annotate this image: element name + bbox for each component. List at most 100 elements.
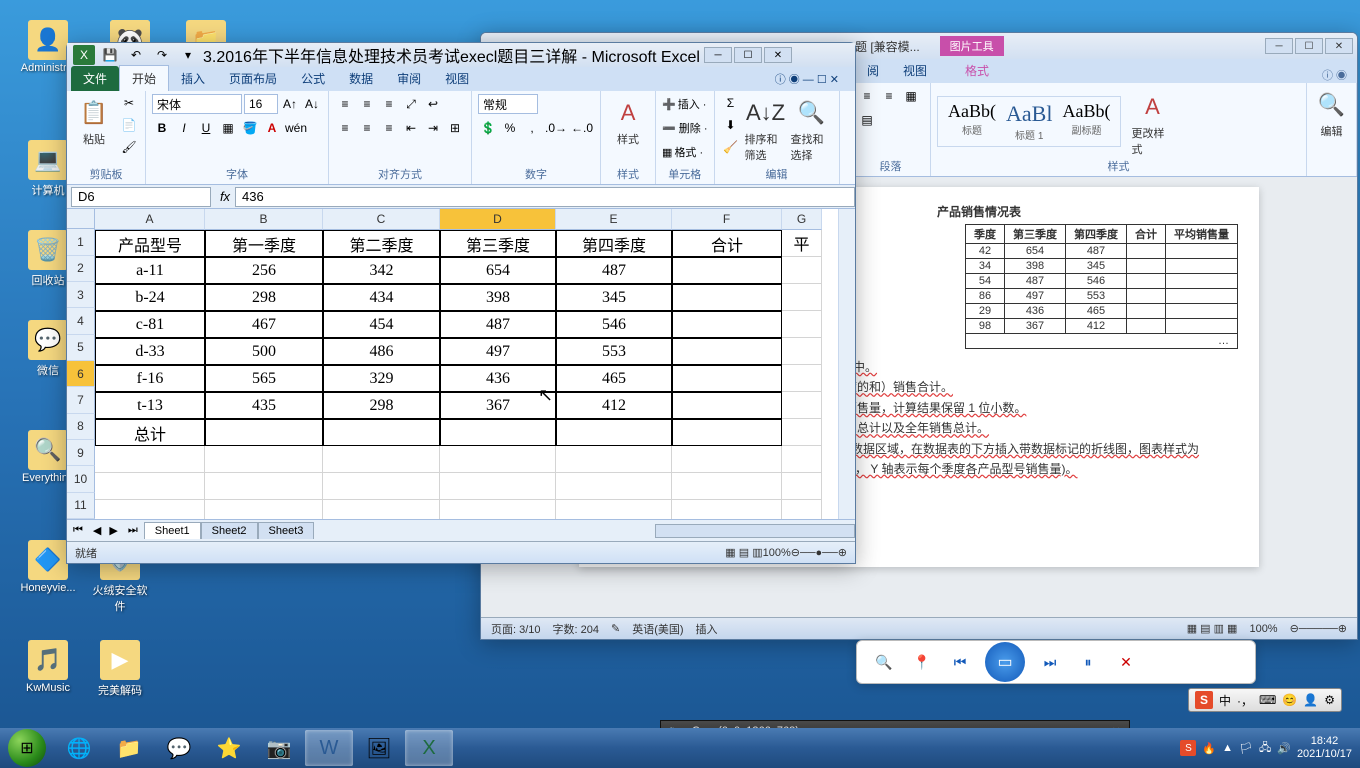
- align-left-icon[interactable]: ≡: [335, 118, 355, 138]
- number-format-combo[interactable]: 常规: [478, 94, 538, 114]
- cell[interactable]: [205, 473, 323, 500]
- zoom-slider[interactable]: ⊖──●──⊕: [791, 546, 847, 559]
- word-insert-mode[interactable]: 插入: [696, 621, 718, 637]
- wrap-text-icon[interactable]: ↩: [423, 94, 443, 114]
- row-header[interactable]: 9: [67, 440, 95, 466]
- excel-app-icon[interactable]: X: [73, 45, 95, 65]
- cell[interactable]: [323, 500, 440, 519]
- prev-track-icon[interactable]: ⏮: [947, 649, 973, 675]
- cell[interactable]: 467: [205, 311, 323, 338]
- taskbar-ie-icon[interactable]: 🌐: [55, 730, 103, 766]
- sheet-nav-last-icon[interactable]: ⏭: [122, 524, 144, 537]
- cut-icon[interactable]: ✂: [119, 93, 139, 113]
- cell[interactable]: 435: [205, 392, 323, 419]
- cell[interactable]: [323, 473, 440, 500]
- cell[interactable]: [672, 446, 782, 473]
- font-size-combo[interactable]: 16: [244, 94, 278, 114]
- cell[interactable]: d-33: [95, 338, 205, 365]
- column-header[interactable]: D: [440, 209, 556, 230]
- play-button[interactable]: ▭: [985, 642, 1025, 682]
- column-header[interactable]: C: [323, 209, 440, 230]
- cell[interactable]: 487: [440, 311, 556, 338]
- undo-icon[interactable]: ↶: [125, 45, 147, 65]
- cell[interactable]: 第三季度: [440, 230, 556, 257]
- border-icon[interactable]: ▦: [218, 118, 238, 138]
- row-header[interactable]: 6: [67, 361, 95, 387]
- sheet-tab-2[interactable]: Sheet2: [201, 522, 258, 539]
- worksheet-grid[interactable]: 1234567891011 ABCDEFG 产品型号第一季度第二季度第三季度第四…: [67, 209, 855, 519]
- taskbar-word-icon[interactable]: W: [305, 730, 353, 766]
- cell[interactable]: [672, 365, 782, 392]
- cell[interactable]: [782, 284, 822, 311]
- cell[interactable]: 第一季度: [205, 230, 323, 257]
- cell[interactable]: 398: [440, 284, 556, 311]
- change-styles-button[interactable]: A更改样式: [1131, 87, 1173, 157]
- increase-indent-icon[interactable]: ⇥: [423, 118, 443, 138]
- pin-icon[interactable]: 📍: [909, 649, 935, 675]
- cell[interactable]: 434: [323, 284, 440, 311]
- merge-center-icon[interactable]: ⊞: [445, 118, 465, 138]
- taskbar-app-icon[interactable]: 💬: [155, 730, 203, 766]
- cell[interactable]: 298: [323, 392, 440, 419]
- zoom-out-button[interactable]: ⊖─────⊕: [1290, 622, 1347, 635]
- cell[interactable]: [205, 500, 323, 519]
- tab-layout[interactable]: 页面布局: [217, 66, 289, 91]
- cell[interactable]: [440, 446, 556, 473]
- cell[interactable]: [672, 473, 782, 500]
- ime-punct[interactable]: ·，: [1237, 692, 1253, 709]
- underline-icon[interactable]: U: [196, 118, 216, 138]
- styles-button[interactable]: A样式: [607, 93, 649, 147]
- vertical-scrollbar[interactable]: [838, 209, 855, 519]
- zoom-icon[interactable]: 🔍: [871, 649, 897, 675]
- align-right-icon[interactable]: ≡: [379, 118, 399, 138]
- cell[interactable]: [672, 392, 782, 419]
- zoom-level[interactable]: 100%: [763, 547, 791, 559]
- fx-icon[interactable]: fx: [215, 189, 235, 204]
- cell[interactable]: f-16: [95, 365, 205, 392]
- tray-network-icon[interactable]: 🖧: [1259, 739, 1271, 758]
- row-header[interactable]: 7: [67, 387, 95, 413]
- redo-icon[interactable]: ↷: [151, 45, 173, 65]
- phonetic-icon[interactable]: wén: [284, 118, 308, 138]
- row-header[interactable]: 11: [67, 493, 95, 519]
- cell[interactable]: [440, 473, 556, 500]
- row-header[interactable]: 4: [67, 308, 95, 334]
- clear-icon[interactable]: 🧹: [721, 137, 741, 157]
- word-help-icon[interactable]: ⓘ ◉: [1316, 67, 1353, 83]
- tray-volume-icon[interactable]: 🔊: [1277, 742, 1291, 755]
- desktop-icon[interactable]: ▶完美解码: [90, 640, 150, 698]
- cell[interactable]: [782, 392, 822, 419]
- tab-view[interactable]: 视图: [433, 66, 481, 91]
- column-header[interactable]: A: [95, 209, 205, 230]
- orientation-icon[interactable]: ⤢: [401, 94, 421, 114]
- cell[interactable]: a-11: [95, 257, 205, 284]
- cell[interactable]: 465: [556, 365, 672, 392]
- ime-toolbar[interactable]: S 中 ·， ⌨😊👤⚙: [1188, 688, 1342, 712]
- taskbar-pictures-icon[interactable]: 🖼: [355, 730, 403, 766]
- currency-icon[interactable]: 💲: [478, 118, 498, 138]
- tab-formula[interactable]: 公式: [289, 66, 337, 91]
- view-buttons[interactable]: ▦ ▤ ▥: [725, 546, 762, 559]
- copy-icon[interactable]: 📄: [119, 115, 139, 135]
- word-language[interactable]: 英语(美国): [632, 621, 683, 637]
- column-header[interactable]: E: [556, 209, 672, 230]
- cell[interactable]: 497: [440, 338, 556, 365]
- cell[interactable]: [205, 446, 323, 473]
- cell[interactable]: b-24: [95, 284, 205, 311]
- tray-flag-icon[interactable]: 🏳: [1239, 742, 1253, 755]
- qat-dropdown-icon[interactable]: ▾: [177, 45, 199, 65]
- cell[interactable]: 654: [440, 257, 556, 284]
- tray-flame-icon[interactable]: 🔥: [1202, 742, 1216, 755]
- formula-input[interactable]: 436: [235, 187, 855, 207]
- cell[interactable]: 第二季度: [323, 230, 440, 257]
- ime-cn-mode[interactable]: 中: [1219, 692, 1231, 709]
- format-painter-icon[interactable]: 🖌: [119, 137, 139, 157]
- excel-maximize-button[interactable]: ☐: [734, 47, 762, 63]
- cell[interactable]: [205, 419, 323, 446]
- cell[interactable]: [782, 365, 822, 392]
- format-cells-button[interactable]: ▦ 格式 ·: [662, 141, 707, 163]
- cell[interactable]: [782, 311, 822, 338]
- row-header[interactable]: 3: [67, 282, 95, 308]
- cell[interactable]: 487: [556, 257, 672, 284]
- word-tab-format[interactable]: 格式: [953, 58, 1001, 83]
